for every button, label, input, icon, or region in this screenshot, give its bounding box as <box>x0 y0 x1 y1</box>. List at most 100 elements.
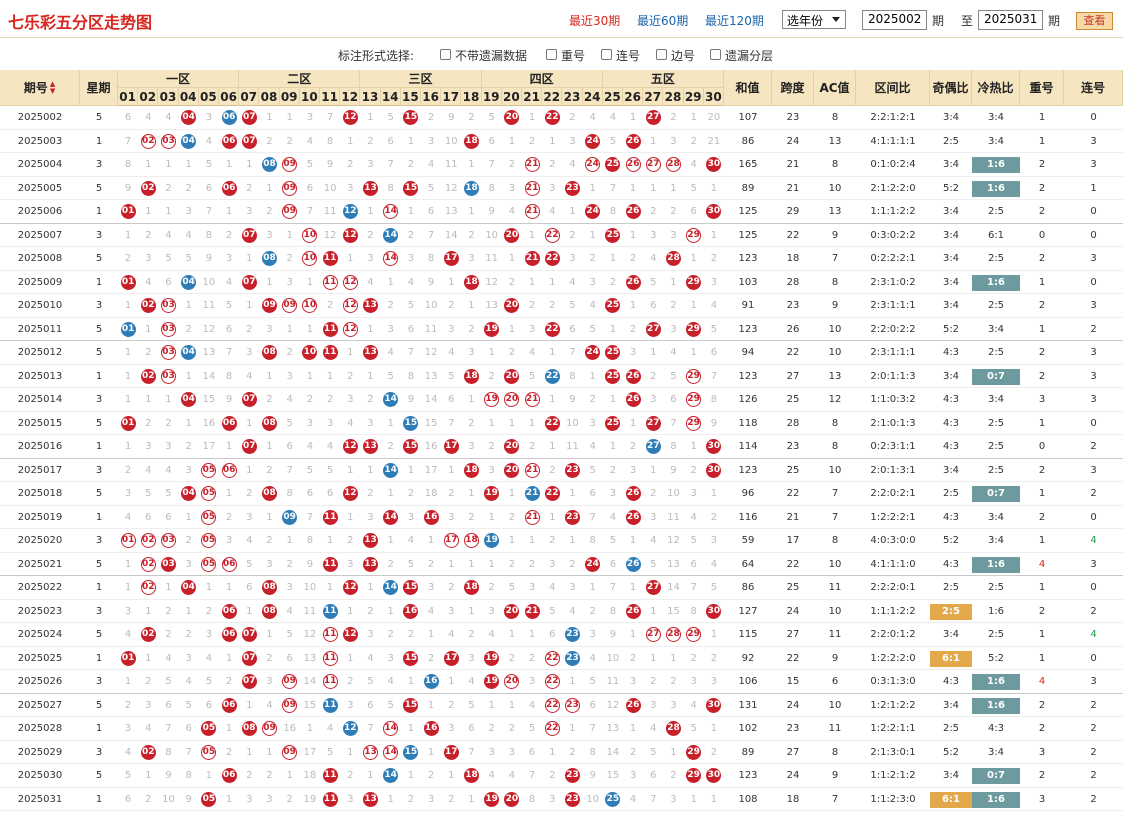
number-cell: 12 <box>340 482 361 506</box>
number-cell: 06 <box>219 600 240 623</box>
miss-count-cell: 3 <box>279 271 300 294</box>
sort-icon[interactable]: ▲ ▼ <box>50 80 55 95</box>
red-ball: 07 <box>241 627 257 643</box>
miss-count-cell: 1 <box>400 459 421 482</box>
miss-count-cell: 4 <box>501 200 522 224</box>
odd-even-cell: 4:3 <box>930 553 972 576</box>
checkbox-miss-layer[interactable] <box>710 49 721 60</box>
red-ball: 01 <box>120 650 136 666</box>
checkbox-repeat[interactable] <box>546 49 557 60</box>
red-ball: 26 <box>625 697 641 713</box>
ring-ball: 28 <box>665 627 681 643</box>
miss-count-cell: 5 <box>138 482 159 506</box>
miss-count-cell: 1 <box>259 741 280 764</box>
miss-count-cell: 7 <box>683 576 704 600</box>
miss-count-cell: 1 <box>259 177 280 200</box>
hot-cold-badge: 1:6 <box>972 556 1020 573</box>
miss-count-cell: 14 <box>441 224 462 247</box>
miss-count-cell: 5 <box>643 271 664 294</box>
miss-count-cell: 3 <box>582 412 603 435</box>
table-row: 2025004 3 8 1 1 1 5 1 1 08 09 5 9 2 3 7 2 4 11 1 7 2 21 2 4 24 25 2… <box>0 153 1123 177</box>
miss-count-cell: 1 <box>259 506 280 529</box>
week-cell: 5 <box>80 177 118 200</box>
ring-ball: 12 <box>342 321 358 337</box>
miss-count-cell: 6 <box>461 717 482 741</box>
miss-count-cell: 2 <box>421 764 442 788</box>
miss-count-cell: 1 <box>279 106 300 130</box>
miss-count-cell: 8 <box>279 482 300 506</box>
miss-count-cell: 4 <box>562 153 583 177</box>
sum-cell: 59 <box>724 529 772 553</box>
hot-cold-badge: 1:6 <box>972 674 1020 690</box>
miss-count-cell: 3 <box>703 670 724 694</box>
number-cell: 09 <box>279 741 300 764</box>
red-ball: 07 <box>241 274 257 290</box>
number-cell: 27 <box>643 318 664 341</box>
number-cell: 07 <box>239 623 260 647</box>
miss-count-cell: 3 <box>279 576 300 600</box>
red-ball: 14 <box>383 509 399 525</box>
red-ball: 20 <box>504 791 520 807</box>
year-select[interactable]: 选年份 <box>782 10 846 29</box>
miss-count-cell: 3 <box>562 130 583 153</box>
miss-count-cell: 5 <box>320 741 341 764</box>
hot-cold-cell: 1:6 <box>972 670 1020 694</box>
period-60-link[interactable]: 最近60期 <box>637 12 688 29</box>
miss-count-cell: 5 <box>158 670 179 694</box>
zone-ratio-cell: 0:3:1:3:0 <box>856 670 930 694</box>
ring-ball: 03 <box>160 321 176 337</box>
red-ball: 20 <box>504 603 520 619</box>
miss-count-cell: 2 <box>219 670 240 694</box>
checkbox-edge[interactable] <box>656 49 667 60</box>
sum-cell: 123 <box>724 764 772 788</box>
red-ball: 29 <box>686 321 702 337</box>
red-ball: 08 <box>261 415 277 431</box>
number-cell: 30 <box>703 153 724 177</box>
miss-count-cell: 9 <box>178 788 199 811</box>
miss-count-cell: 4 <box>582 435 603 459</box>
from-issue-input[interactable]: 2025002 <box>862 10 927 30</box>
red-ball: 12 <box>342 227 358 243</box>
table-row: 2025008 5 2 3 5 5 9 3 1 08 2 10 11 1 3 14 3 8 17 3 11 1 21 22 3 2… <box>0 247 1123 271</box>
to-issue-input[interactable]: 2025031 <box>978 10 1043 30</box>
red-ball: 08 <box>261 603 277 619</box>
issue-cell: 2025009 <box>0 271 80 294</box>
query-button[interactable]: 查看 <box>1076 12 1113 30</box>
issue-cell: 2025013 <box>0 365 80 388</box>
miss-count-cell: 5 <box>400 294 421 318</box>
red-ball: 18 <box>463 274 479 290</box>
zone-ratio-cell: 1:1:1:2:2 <box>856 200 930 224</box>
checkbox-consecutive[interactable] <box>601 49 612 60</box>
ac-cell: 9 <box>814 294 856 318</box>
ac-cell: 10 <box>814 600 856 623</box>
number-cell: 04 <box>178 388 199 412</box>
table-row: 2025027 5 2 3 6 5 6 06 1 4 09 15 11 3 6 5 15 1 2 5 1 1 4 22 23 6 1… <box>0 694 1123 717</box>
miss-count-cell: 5 <box>542 600 563 623</box>
miss-count-cell: 9 <box>400 388 421 412</box>
number-cell: 08 <box>259 576 280 600</box>
period-30-link[interactable]: 最近30期 <box>569 12 620 29</box>
miss-count-cell: 2 <box>239 764 260 788</box>
miss-count-cell: 3 <box>643 694 664 717</box>
week-cell: 1 <box>80 200 118 224</box>
miss-count-cell: 8 <box>118 153 139 177</box>
miss-count-cell: 7 <box>158 717 179 741</box>
checkbox-no-miss[interactable] <box>440 49 451 60</box>
blue-ball: 01 <box>120 321 136 337</box>
miss-count-cell: 2 <box>522 294 543 318</box>
issue-cell: 2025025 <box>0 647 80 670</box>
odd-even-cell: 3:4 <box>930 764 972 788</box>
miss-count-cell: 2 <box>501 647 522 670</box>
miss-count-cell: 1 <box>219 788 240 811</box>
number-cell: 22 <box>542 247 563 271</box>
period-120-link[interactable]: 最近120期 <box>705 12 764 29</box>
ring-ball: 10 <box>302 298 318 314</box>
miss-count-cell: 3 <box>259 224 280 247</box>
red-ball: 01 <box>120 415 136 431</box>
number-cell: 20 <box>501 388 522 412</box>
col-odd-even-header: 奇偶比 <box>930 70 972 106</box>
miss-count-cell: 1 <box>582 365 603 388</box>
miss-count-cell: 4 <box>542 200 563 224</box>
col-issue-header[interactable]: 期号 ▲ ▼ <box>0 70 80 106</box>
miss-count-cell: 4 <box>158 106 179 130</box>
